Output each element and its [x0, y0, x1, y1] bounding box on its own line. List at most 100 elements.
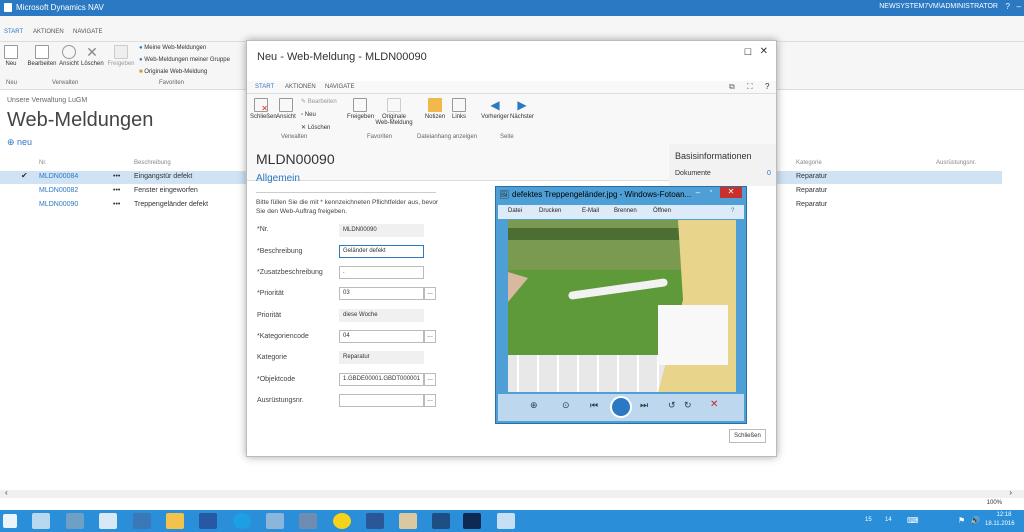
lookup-objekt-button[interactable]: ... [424, 373, 436, 386]
delete-photo-icon[interactable]: ✕ [710, 399, 718, 410]
tab-start[interactable]: START [4, 29, 23, 35]
dialog-new-button[interactable]: ▫ Neu [301, 109, 337, 122]
field-objektcode[interactable]: 1.GBDE00001.GBDT000001 [339, 373, 424, 386]
next-image-icon[interactable]: ⏭ [640, 400, 648, 411]
previous-button[interactable]: ◀ Vorheriger [481, 98, 509, 120]
scroll-left-icon[interactable]: ‹ [5, 488, 8, 497]
favorite-group-reports[interactable]: ● Web-Meldungen meiner Gruppe [139, 54, 230, 66]
rotate-right-icon[interactable]: ↻ [684, 400, 692, 411]
factbox-dokumente-value[interactable]: 0 [767, 170, 771, 177]
section-allgemein[interactable]: Allgemein [256, 173, 300, 184]
volume-icon[interactable]: 🔊 [970, 516, 980, 525]
delete-button[interactable]: ✕ Löschen [81, 45, 104, 67]
favorite-my-reports[interactable]: ● Meine Web-Meldungen [139, 42, 230, 54]
dialog-tab-navigate[interactable]: NAVIGATE [325, 84, 354, 90]
clock-time[interactable]: 12:18 [990, 512, 1018, 518]
horizontal-scrollbar[interactable]: ‹ › [0, 488, 1024, 498]
explorer-icon[interactable] [166, 513, 184, 529]
photo-viewer-task-icon[interactable] [497, 513, 515, 529]
dialog-edit-button[interactable]: ✎ Bearbeiten [301, 96, 337, 109]
row-nr[interactable]: MLDN00082 [39, 187, 78, 194]
app-icon[interactable] [333, 513, 351, 529]
previous-image-icon[interactable]: ⏮ [590, 400, 598, 411]
column-header-kategorie[interactable]: Kategorie [796, 160, 822, 166]
package-icon[interactable] [399, 513, 417, 529]
slideshow-icon[interactable] [610, 396, 632, 418]
dialog-close-button[interactable]: Schließen [729, 429, 766, 443]
dynamics-nav-active-icon[interactable] [463, 513, 481, 529]
field-prioritaet-code[interactable]: 03 [339, 287, 424, 300]
settings-icon[interactable] [299, 513, 317, 529]
dialog-view-button[interactable]: Ansicht [276, 98, 296, 120]
edit-button[interactable]: Bearbeiten [27, 45, 57, 67]
word-icon[interactable] [366, 513, 384, 529]
menu-brennen[interactable]: Brennen [614, 208, 637, 214]
column-header-beschreibung[interactable]: Beschreibung [134, 160, 171, 166]
links-icon [452, 98, 466, 112]
notes-button[interactable]: Notizen [424, 98, 446, 120]
menu-datei[interactable]: Datei [508, 208, 522, 214]
minimize-icon[interactable]: – [1017, 2, 1021, 11]
lookup-prioritaet-button[interactable]: ... [424, 287, 436, 300]
viewer-close-icon[interactable]: ✕ [720, 187, 742, 198]
dialog-original-button[interactable]: Originale Web-Meldung [375, 98, 413, 126]
scroll-right-icon[interactable]: › [1009, 488, 1012, 497]
zoom-icon[interactable]: ⊕ [530, 400, 538, 411]
keyboard-icon[interactable]: ⌨ [907, 516, 919, 525]
tools-icon[interactable] [133, 513, 151, 529]
lookup-kategorie-button[interactable]: ... [424, 330, 436, 343]
dialog-release-button[interactable]: Freigeben [347, 98, 374, 120]
remote-desktop-icon[interactable] [99, 513, 117, 529]
viewer-help-icon[interactable]: ? [731, 208, 734, 214]
tab-aktionen[interactable]: AKTIONEN [33, 29, 64, 35]
favorite-original-report[interactable]: ■ Originale Web-Meldung [139, 66, 230, 78]
links-button[interactable]: Links [450, 98, 468, 120]
row-nr[interactable]: MLDN00090 [39, 201, 78, 208]
column-header-nr[interactable]: Nr. [39, 160, 47, 166]
internet-explorer-icon[interactable] [233, 513, 251, 529]
help-icon[interactable]: ? [1006, 2, 1010, 11]
row-menu-icon[interactable]: ••• [113, 187, 120, 194]
row-nr[interactable]: MLDN00084 [39, 173, 78, 180]
menu-drucken[interactable]: Drucken [539, 208, 561, 214]
dynamics-nav-icon[interactable] [432, 513, 450, 529]
row-menu-icon[interactable]: ••• [113, 173, 120, 180]
rotate-left-icon[interactable]: ↺ [668, 400, 676, 411]
viewer-maximize-icon[interactable]: ▫ [705, 188, 717, 198]
field-beschreibung[interactable]: Geländer defekt [339, 245, 424, 258]
row-menu-icon[interactable]: ••• [113, 201, 120, 208]
close-record-button[interactable]: ✕ Schließen [250, 98, 277, 120]
copy-icon[interactable]: ⧉ [729, 82, 735, 92]
network-icon[interactable] [66, 513, 84, 529]
start-icon[interactable] [3, 514, 17, 528]
tab-navigate[interactable]: NAVIGATE [73, 29, 102, 35]
admin-tools-icon[interactable] [266, 513, 284, 529]
new-button[interactable]: Neu [3, 45, 19, 67]
new-record-button[interactable]: ⊕ neu [7, 137, 32, 148]
server-manager-icon[interactable] [32, 513, 50, 529]
powershell-icon[interactable] [199, 513, 217, 529]
maximize-icon[interactable]: ☐ [744, 47, 752, 58]
view-button[interactable]: Ansicht [58, 45, 80, 67]
dialog-tab-start[interactable]: START [255, 84, 274, 90]
zoom-level[interactable]: 100% [987, 500, 1002, 506]
clock-date[interactable]: 18.11.2016 [985, 521, 1015, 527]
help-icon[interactable]: ? [765, 82, 769, 91]
actual-size-icon[interactable]: ⊙ [562, 400, 570, 411]
expand-icon[interactable]: ⛶ [747, 82, 753, 92]
release-button[interactable]: Freigeben [107, 45, 135, 67]
dialog-tab-aktionen[interactable]: AKTIONEN [285, 84, 316, 90]
field-zusatzbeschreibung[interactable]: . [339, 266, 424, 279]
field-kategoriencode[interactable]: 04 [339, 330, 424, 343]
viewer-minimize-icon[interactable]: – [692, 188, 704, 198]
breadcrumb[interactable]: Unsere Verwaltung LuGM [7, 97, 87, 104]
flag-icon[interactable]: ⚑ [958, 516, 965, 525]
menu-email[interactable]: E-Mail [582, 208, 599, 214]
column-header-ausruestung[interactable]: Ausrüstungsnr. [936, 160, 976, 166]
menu-oeffnen[interactable]: Öffnen [653, 208, 671, 214]
next-button[interactable]: ▶ Nächster [509, 98, 535, 120]
lookup-ausruestung-button[interactable]: ... [424, 394, 436, 407]
dialog-title: Neu - Web-Meldung - MLDN00090 [257, 51, 427, 63]
close-icon[interactable]: ✕ [760, 46, 768, 57]
field-ausruestung[interactable] [339, 394, 424, 407]
